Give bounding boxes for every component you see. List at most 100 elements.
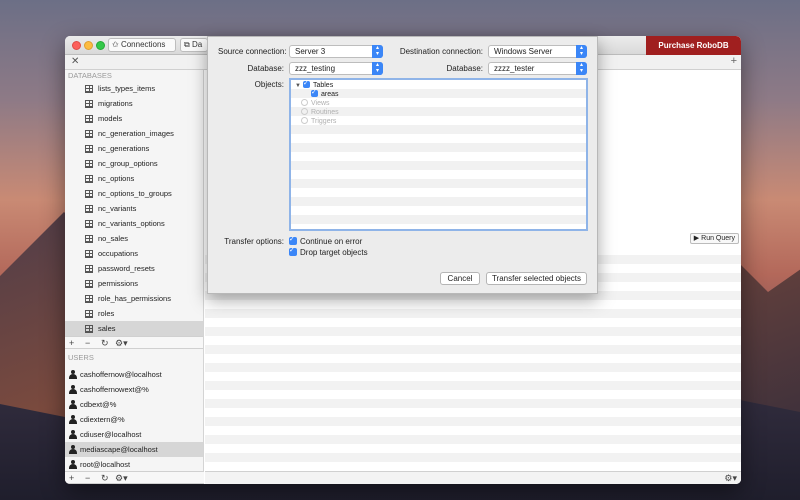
connections-label: Connections [120,40,166,49]
database-item-label: nc_variants [98,204,137,213]
database-item-label: occupations [98,249,139,258]
tables-checkbox[interactable] [302,79,310,88]
destination-connection-select[interactable]: Windows Server ▴ ▾ [488,45,587,58]
table-icon [85,325,93,333]
destination-database-value: zzzz_tester [494,64,535,73]
areas-checkbox[interactable] [311,88,318,97]
user-item[interactable]: cdbext@% [65,397,203,412]
table-icon [85,265,93,273]
transfer-selected-button[interactable]: Transfer selected objects [486,272,587,285]
objects-label: Objects: [254,80,284,89]
database-item[interactable]: occupations [65,246,203,261]
database-item[interactable]: nc_generation_images [65,126,203,141]
database-item[interactable]: permissions [65,276,203,291]
continue-on-error-checkbox[interactable] [289,235,297,245]
tree-row-routines: Routines [301,108,339,117]
database-item[interactable]: sales [65,321,203,336]
play-icon: ▶ [693,235,700,242]
user-item[interactable]: cdiuser@localhost [65,427,203,442]
user-item-label: cdbext@% [80,400,117,409]
users-toolbar: + − ↻ ⚙▾ [65,471,204,484]
disclosure-triangle-icon[interactable]: ▼ [295,82,301,91]
user-item[interactable]: cashoffernowext@% [65,382,203,397]
database-item[interactable]: role_has_permissions [65,291,203,306]
database-item[interactable]: nc_generations [65,141,203,156]
cancel-button[interactable]: Cancel [440,272,480,285]
areas-label: areas [321,91,339,98]
continue-on-error-option[interactable]: Continue on error [289,235,362,246]
database-item[interactable]: password_resets [65,261,203,276]
drop-target-checkbox[interactable] [289,246,297,256]
user-icon [69,370,77,379]
refresh-users-icon[interactable]: ↻ [101,472,109,484]
source-database-select[interactable]: zzz_testing ▴ ▾ [289,62,383,75]
close-window-button[interactable] [72,41,81,50]
database-toolbar: + − ↻ ⚙▾ [65,336,203,349]
user-item-label: cdiextern@% [80,415,125,424]
gear-icon[interactable]: ⚙▾ [115,337,128,349]
table-icon [85,310,93,318]
purchase-button[interactable]: Purchase RoboDB [646,36,741,55]
destination-connection-value: Windows Server [494,47,553,56]
user-item-label: mediascape@localhost [80,445,158,454]
database-item-label: models [98,114,123,123]
database-item[interactable]: lists_types_items [65,81,203,96]
users-gear-icon[interactable]: ⚙▾ [115,472,128,484]
tree-row-triggers: Triggers [301,117,336,126]
transfer-dialog: Source connection: Server 3 ▴ ▾ Destinati… [207,36,598,294]
database-list: lists_types_items migrations models nc_gene… [65,81,203,336]
user-item[interactable]: cashoffernow@localhost [65,367,203,382]
table-icon [85,160,93,168]
source-database-value: zzz_testing [295,64,336,73]
zoom-window-button[interactable] [96,41,105,50]
database-item[interactable]: nc_variants [65,201,203,216]
user-list: cashoffernow@localhost cashoffernowext@% c… [65,367,203,472]
objects-tree[interactable]: ▼Tables areas Views Routines Triggers [289,78,588,231]
database-item[interactable]: nc_group_options [65,156,203,171]
database-item[interactable]: nc_options [65,171,203,186]
add-icon[interactable]: + [69,337,74,349]
database-item[interactable]: roles [65,306,203,321]
databases-button[interactable]: ⧉ Da [180,38,208,52]
drop-target-option[interactable]: Drop target objects [289,246,368,257]
star-icon: ✩ [112,40,119,49]
user-item-label: root@localhost [80,460,131,469]
database-item[interactable]: nc_options_to_groups [65,186,203,201]
database-item-label: migrations [98,99,133,108]
refresh-icon[interactable]: ↻ [101,337,109,349]
destination-database-select[interactable]: zzzz_tester ▴ ▾ [488,62,587,75]
add-tab-icon[interactable]: + [731,55,737,67]
source-connection-select[interactable]: Server 3 ▴ ▾ [289,45,383,58]
user-icon [69,460,77,469]
remove-user-icon[interactable]: − [85,472,90,484]
user-icon [69,430,77,439]
close-tab-icon[interactable]: ✕ [71,56,79,67]
add-user-icon[interactable]: + [69,472,74,484]
tree-row-areas[interactable]: areas [311,88,339,99]
database-item-label: role_has_permissions [98,294,171,303]
database-item-label: lists_types_items [98,84,156,93]
user-item[interactable]: cdiextern@% [65,412,203,427]
source-connection-value: Server 3 [295,47,326,56]
run-query-button[interactable]: ▶ Run Query [689,233,739,244]
user-item-label: cdiuser@localhost [80,430,142,439]
remove-icon[interactable]: − [85,337,90,349]
triggers-label: Triggers [311,118,337,125]
database-item[interactable]: models [65,111,203,126]
results-gear-icon[interactable]: ⚙▾ [724,472,737,484]
minimize-window-button[interactable] [84,41,93,50]
database-item[interactable]: no_sales [65,231,203,246]
connections-button[interactable]: ✩ Connections [108,38,176,52]
source-connection-label: Source connection: [218,47,287,56]
database-item-label: nc_options_to_groups [98,189,172,198]
database-item-label: permissions [98,279,139,288]
routines-label: Routines [311,109,339,116]
databases-header: DATABASES [68,71,112,80]
databases-button-label: Da [191,40,203,49]
database-item[interactable]: nc_variants_options [65,216,203,231]
user-item[interactable]: mediascape@localhost [65,442,203,457]
database-item[interactable]: migrations [65,96,203,111]
table-icon [85,145,93,153]
table-icon [85,280,93,288]
user-item[interactable]: root@localhost [65,457,203,472]
